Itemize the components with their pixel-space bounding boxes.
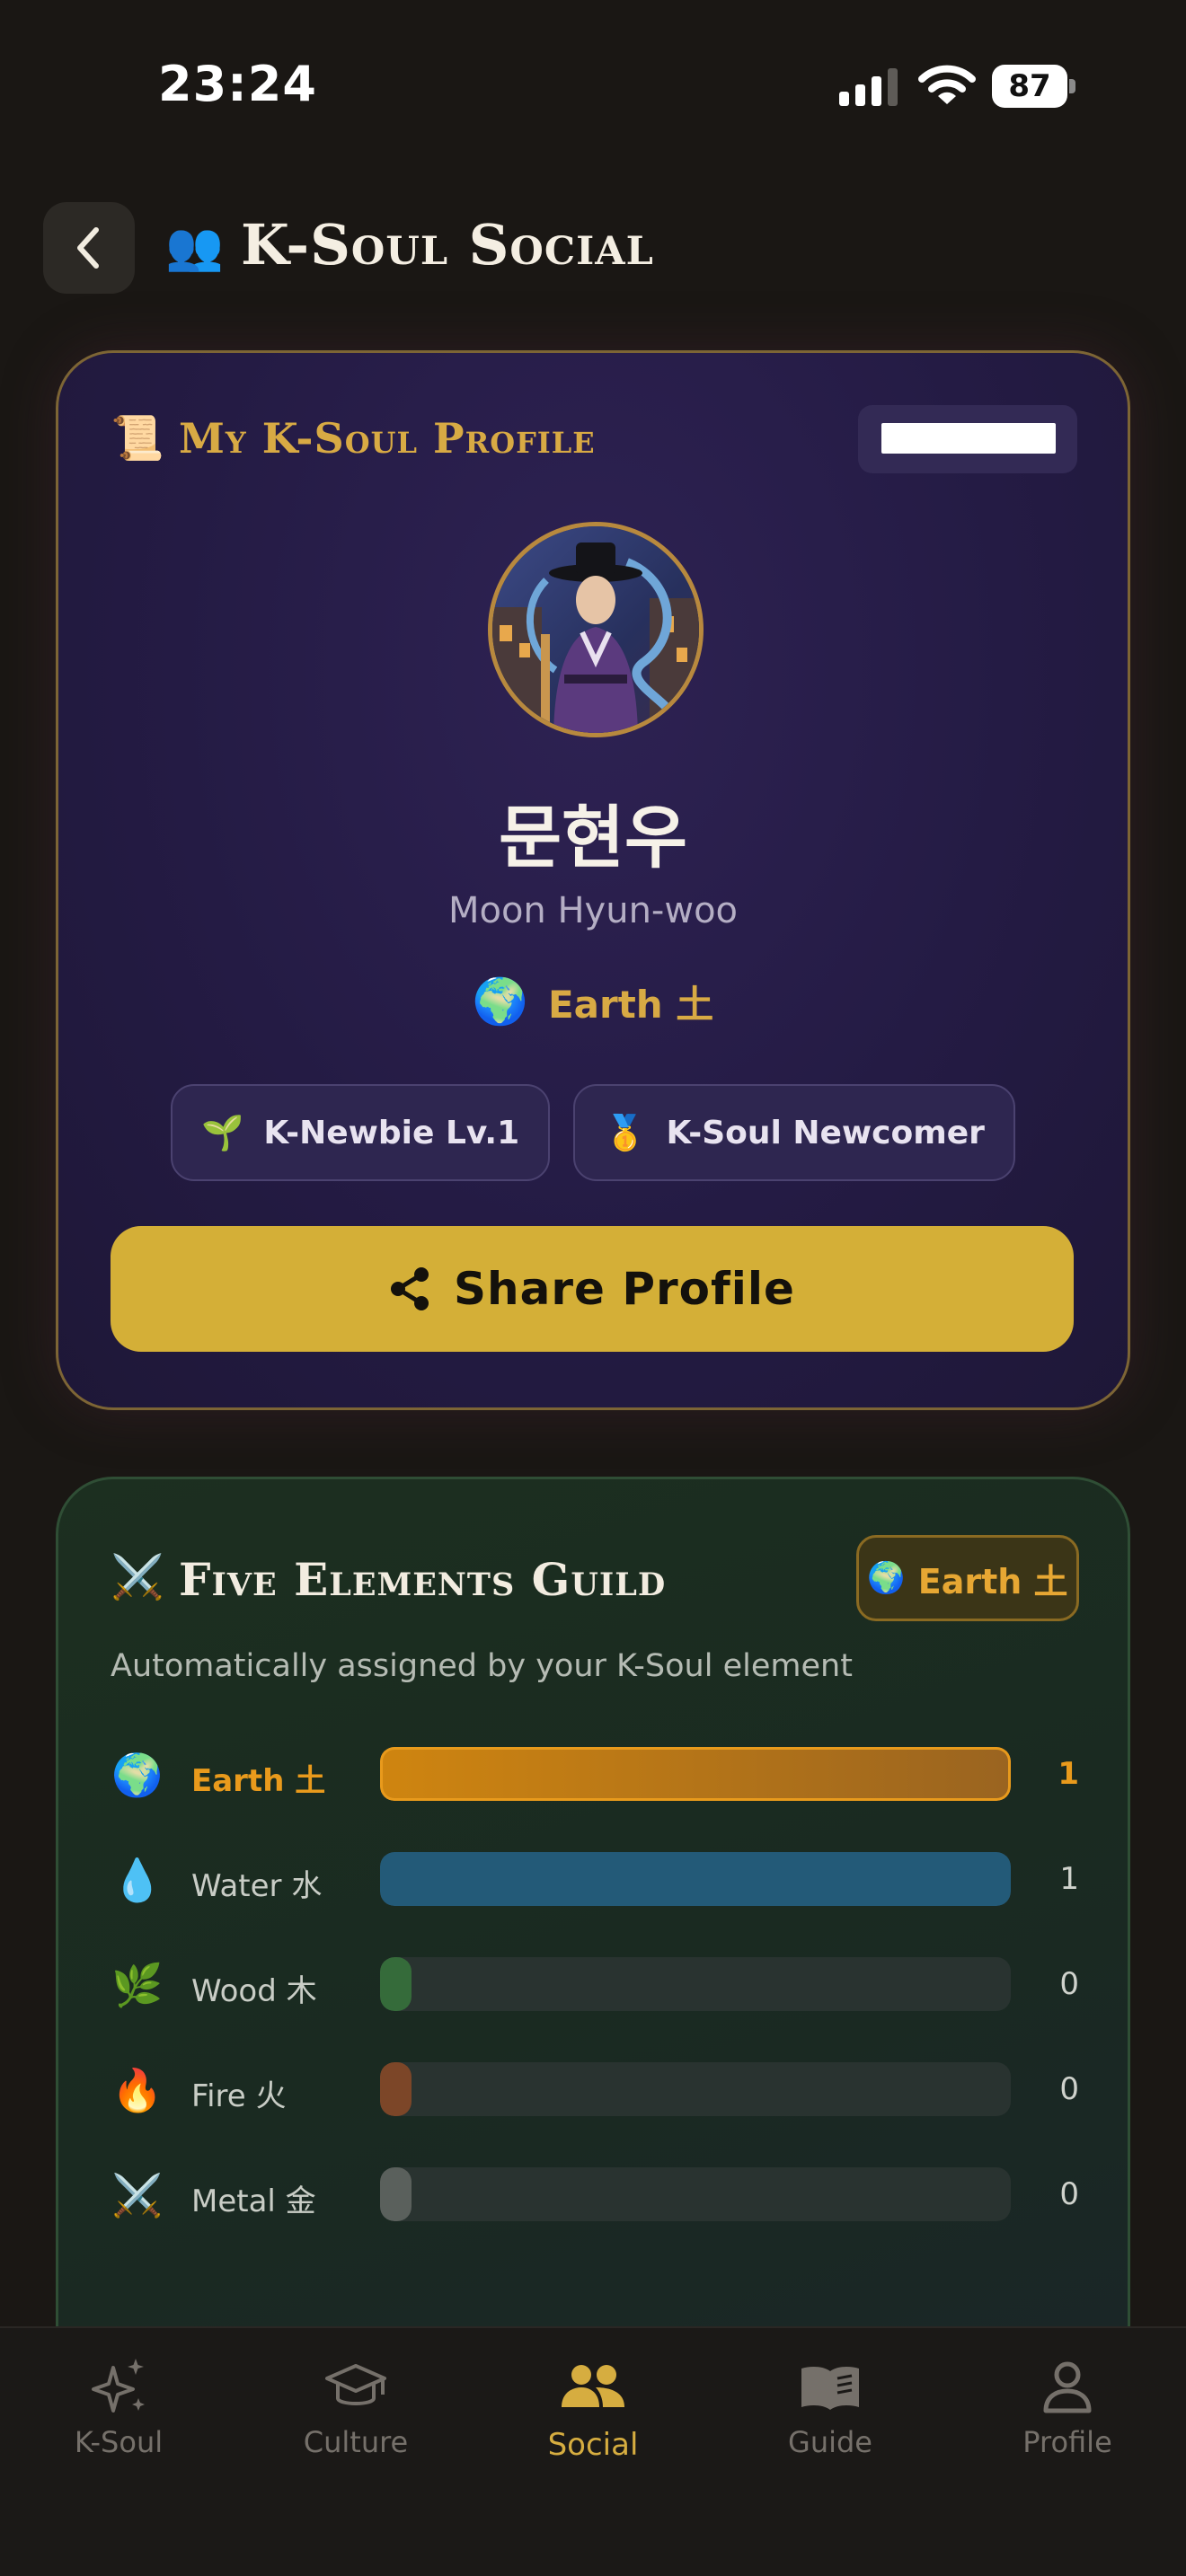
nav-label: Guide xyxy=(788,2425,872,2459)
fire-icon: 🔥 xyxy=(111,2066,164,2114)
badge-title[interactable]: 🥇 K-Soul Newcomer xyxy=(573,1084,1015,1181)
open-book-icon xyxy=(801,2367,859,2410)
profile-card: 📜 My K-Soul Profile 문현우 Moon Hyun-woo 🌍 … xyxy=(56,350,1130,1410)
guild-title: Five Elements Guild xyxy=(179,1553,667,1606)
people-icon xyxy=(562,2365,624,2407)
element-stat-fill xyxy=(380,2167,412,2221)
cellular-signal-icon xyxy=(839,68,898,106)
globe-icon: 🌍 xyxy=(472,975,528,1028)
element-stat-metal[interactable]: ⚔️ Metal 金 0 xyxy=(111,2166,1081,2225)
element-stat-wood[interactable]: 🌿 Wood 木 0 xyxy=(111,1955,1081,2015)
crossed-swords-icon: ⚔️ xyxy=(111,2171,164,2219)
graduation-cap-icon xyxy=(325,2364,386,2405)
share-profile-label: Share Profile xyxy=(454,1263,795,1315)
share-profile-button[interactable]: Share Profile xyxy=(111,1226,1074,1352)
nav-label: Profile xyxy=(1022,2425,1112,2459)
element-stat-label: Fire 火 xyxy=(191,2078,287,2114)
element-stat-count: 0 xyxy=(1059,2176,1079,2212)
element-stat-track xyxy=(380,1957,1011,2011)
element-stat-earth[interactable]: 🌍 Earth 土 1 xyxy=(111,1745,1081,1804)
seedling-icon: 🌱 xyxy=(201,1112,244,1152)
element-stat-fire[interactable]: 🔥 Fire 火 0 xyxy=(111,2060,1081,2120)
element-stat-track xyxy=(380,2062,1011,2116)
nav-label: Social xyxy=(547,2427,639,2463)
nav-item-guide[interactable]: Guide xyxy=(712,2328,949,2508)
element-stat-count: 0 xyxy=(1059,1966,1079,2002)
guild-description: Automatically assigned by your K-Soul el… xyxy=(111,1648,853,1684)
people-emoji-icon: 👥 xyxy=(165,220,224,274)
nav-item-profile[interactable]: Profile xyxy=(949,2328,1186,2508)
bottom-nav: K-Soul Culture Social Guide Profile xyxy=(0,2326,1186,2576)
profile-section-title: My K-Soul Profile xyxy=(179,414,596,463)
battery-icon: 87 xyxy=(992,65,1075,108)
badge-label: K-Soul Newcomer xyxy=(666,1114,985,1151)
globe-icon: 🌍 xyxy=(867,1560,906,1596)
badge-level[interactable]: 🌱 K-Newbie Lv.1 xyxy=(171,1084,551,1181)
globe-icon: 🌍 xyxy=(111,1751,164,1799)
person-icon xyxy=(1043,2361,1092,2413)
nav-item-culture[interactable]: Culture xyxy=(237,2328,474,2508)
element-stat-track xyxy=(380,1852,1011,1906)
element-stat-track xyxy=(380,2167,1011,2221)
element-stat-track xyxy=(380,1747,1011,1801)
chevron-left-icon xyxy=(77,227,99,269)
guild-element-badge[interactable]: 🌍 Earth 土 xyxy=(856,1535,1079,1621)
nav-label: Culture xyxy=(303,2425,409,2459)
profile-id-chip[interactable] xyxy=(858,405,1077,473)
share-icon xyxy=(391,1267,429,1310)
element-stat-water[interactable]: 💧 Water 水 1 xyxy=(111,1850,1081,1910)
element-stat-count: 1 xyxy=(1058,1756,1079,1792)
status-bar: 23:24 87 xyxy=(0,0,1186,171)
sparkle-icon xyxy=(92,2359,145,2413)
badge-list: 🌱 K-Newbie Lv.1 🥇 K-Soul Newcomer xyxy=(58,1084,1128,1181)
element-stat-fill xyxy=(380,1747,1011,1801)
medal-icon: 🥇 xyxy=(604,1112,647,1152)
status-time: 23:24 xyxy=(158,56,317,112)
element-stat-fill xyxy=(380,1957,412,2011)
nav-label: K-Soul xyxy=(74,2425,164,2459)
element-stat-label: Wood 木 xyxy=(191,1973,317,2009)
page-title: K-Soul Social xyxy=(241,212,654,278)
element-stat-label: Earth 土 xyxy=(191,1763,326,1799)
nav-item-social[interactable]: Social xyxy=(474,2328,712,2508)
avatar[interactable] xyxy=(488,522,704,737)
redacted-id xyxy=(881,423,1056,454)
wifi-icon xyxy=(918,65,976,104)
element-stat-label: Metal 金 xyxy=(191,2183,316,2219)
profile-element: 🌍 Earth 土 xyxy=(58,975,1128,1029)
element-label: Earth 土 xyxy=(547,983,714,1027)
profile-name-romanized: Moon Hyun-woo xyxy=(447,890,739,931)
nav-item-k-soul[interactable]: K-Soul xyxy=(0,2328,237,2508)
guild-badge-label: Earth 土 xyxy=(917,1561,1068,1601)
element-stat-fill xyxy=(380,1852,1011,1906)
element-stat-count: 1 xyxy=(1059,1861,1079,1897)
profile-name-korean: 문현우 xyxy=(499,798,687,878)
back-button[interactable] xyxy=(43,202,135,294)
scroll-icon: 📜 xyxy=(111,413,164,463)
battery-level: 87 xyxy=(1008,68,1051,104)
badge-label: K-Newbie Lv.1 xyxy=(263,1114,520,1151)
crossed-swords-icon: ⚔️ xyxy=(111,1552,164,1602)
avatar-illustration xyxy=(492,526,699,733)
element-stat-label: Water 水 xyxy=(191,1868,323,1904)
element-stat-fill xyxy=(380,2062,412,2116)
herb-icon: 🌿 xyxy=(111,1961,164,2009)
element-stat-count: 0 xyxy=(1059,2071,1079,2107)
water-drop-icon: 💧 xyxy=(111,1856,164,1904)
